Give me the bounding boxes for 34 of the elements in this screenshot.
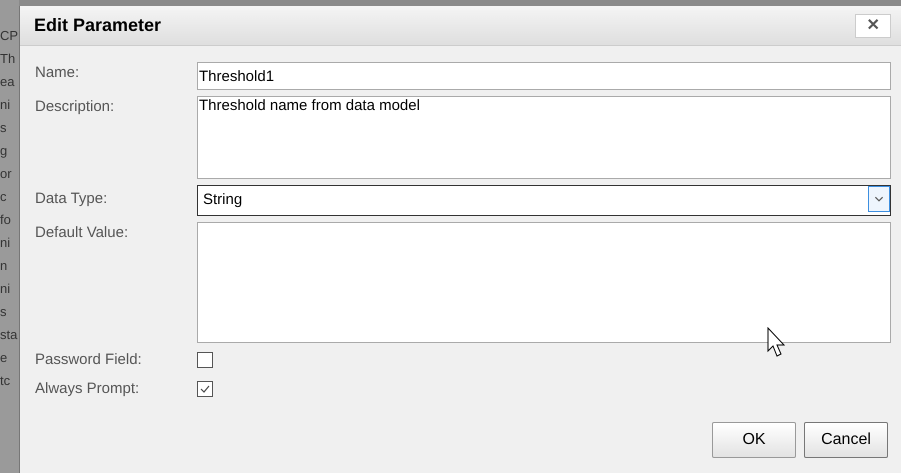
background-text: tc [0, 372, 12, 390]
cancel-button[interactable]: Cancel [804, 422, 888, 458]
checkbox[interactable] [197, 352, 213, 368]
cursor-icon [767, 327, 787, 359]
checkbox-label: Password Field: [35, 350, 143, 370]
background-text: ea [0, 73, 16, 91]
data-type-dropdown[interactable]: String [197, 185, 891, 216]
background-text: ni [0, 280, 12, 298]
background-text: c [0, 188, 8, 206]
background-text: sta [0, 326, 18, 344]
background-text: e [0, 349, 8, 367]
background-text: s [0, 119, 8, 137]
field-label: Default Value: [35, 223, 130, 243]
field-label: Name: [35, 63, 80, 83]
background-text: s [0, 303, 8, 321]
name-field[interactable]: Threshold1 [197, 62, 891, 90]
chevron-down-icon [868, 186, 890, 212]
field-label: Description: [35, 97, 116, 117]
background-text: ni [0, 234, 12, 252]
background-text: ni [0, 96, 12, 114]
default-value-field[interactable] [197, 222, 891, 343]
background-text: n [0, 257, 8, 275]
description-field[interactable]: Threshold name from data model [197, 96, 891, 179]
background-text: CP [0, 27, 19, 45]
dialog-title: Edit Parameter [34, 14, 162, 37]
ok-button[interactable]: OK [712, 422, 796, 458]
checkbox-label: Always Prompt: [35, 378, 140, 398]
background-text: fo [0, 211, 12, 229]
background-text: or [0, 165, 13, 183]
field-label: Data Type: [35, 189, 108, 209]
background-text: Th [0, 50, 16, 68]
close-button[interactable]: ✕ [855, 14, 891, 38]
checkbox[interactable] [197, 380, 213, 397]
background-text: g [0, 142, 8, 160]
